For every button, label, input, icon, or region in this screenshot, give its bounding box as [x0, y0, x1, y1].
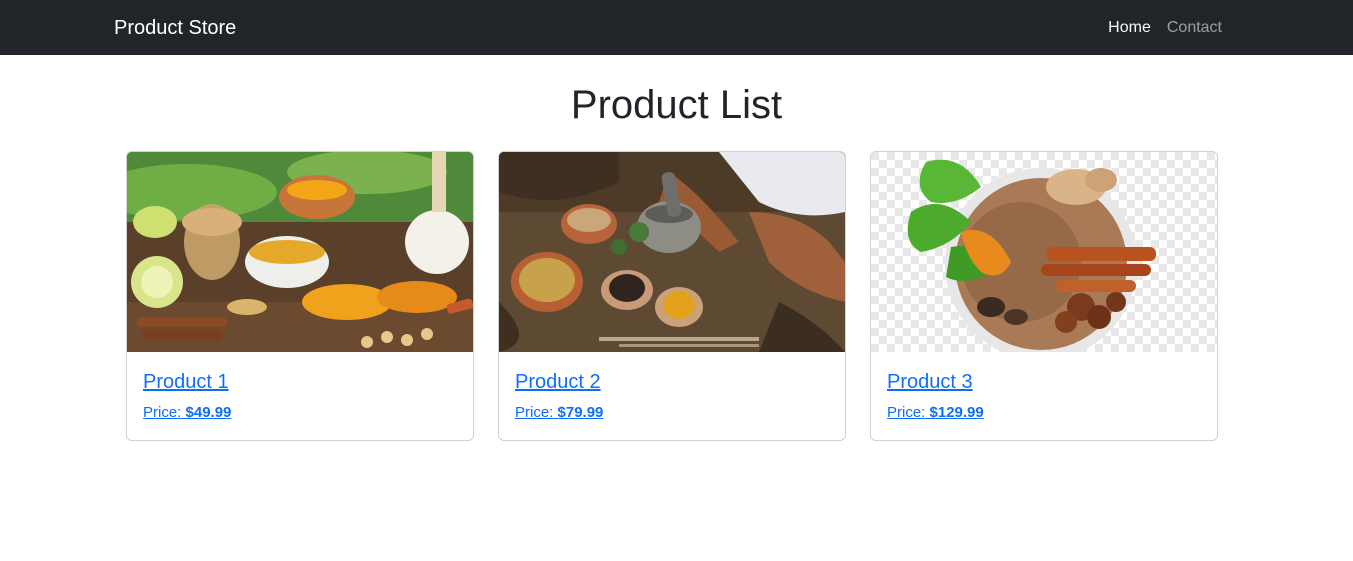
- nav-links: Home Contact: [1108, 17, 1222, 39]
- product-card-3[interactable]: Product 3 Price: $129.99: [870, 151, 1218, 441]
- navbar: Product Store Home Contact: [0, 0, 1353, 55]
- brand-link[interactable]: Product Store: [114, 15, 236, 41]
- product-price-2[interactable]: Price: $79.99: [515, 403, 603, 423]
- product-title-2[interactable]: Product 2: [515, 369, 601, 395]
- price-label: Price:: [143, 404, 182, 421]
- price-label: Price:: [887, 404, 926, 421]
- product-card-1[interactable]: Product 1 Price: $49.99: [126, 151, 474, 441]
- product-title-1[interactable]: Product 1: [143, 369, 229, 395]
- price-value: $49.99: [185, 404, 232, 421]
- product-image-3[interactable]: [871, 152, 1217, 352]
- product-price-1[interactable]: Price: $49.99: [143, 403, 231, 423]
- product-image-1[interactable]: [127, 152, 473, 352]
- product-price-3[interactable]: Price: $129.99: [887, 403, 984, 423]
- nav-link-home[interactable]: Home: [1108, 17, 1151, 39]
- price-value: $129.99: [929, 404, 984, 421]
- page-title: Product List: [570, 83, 783, 127]
- product-title-3[interactable]: Product 3: [887, 369, 973, 395]
- price-value: $79.99: [557, 404, 604, 421]
- product-card-2[interactable]: Product 2 Price: $79.99: [498, 151, 846, 441]
- nav-link-contact[interactable]: Contact: [1167, 17, 1222, 39]
- product-image-2[interactable]: [499, 152, 845, 352]
- price-label: Price:: [515, 404, 554, 421]
